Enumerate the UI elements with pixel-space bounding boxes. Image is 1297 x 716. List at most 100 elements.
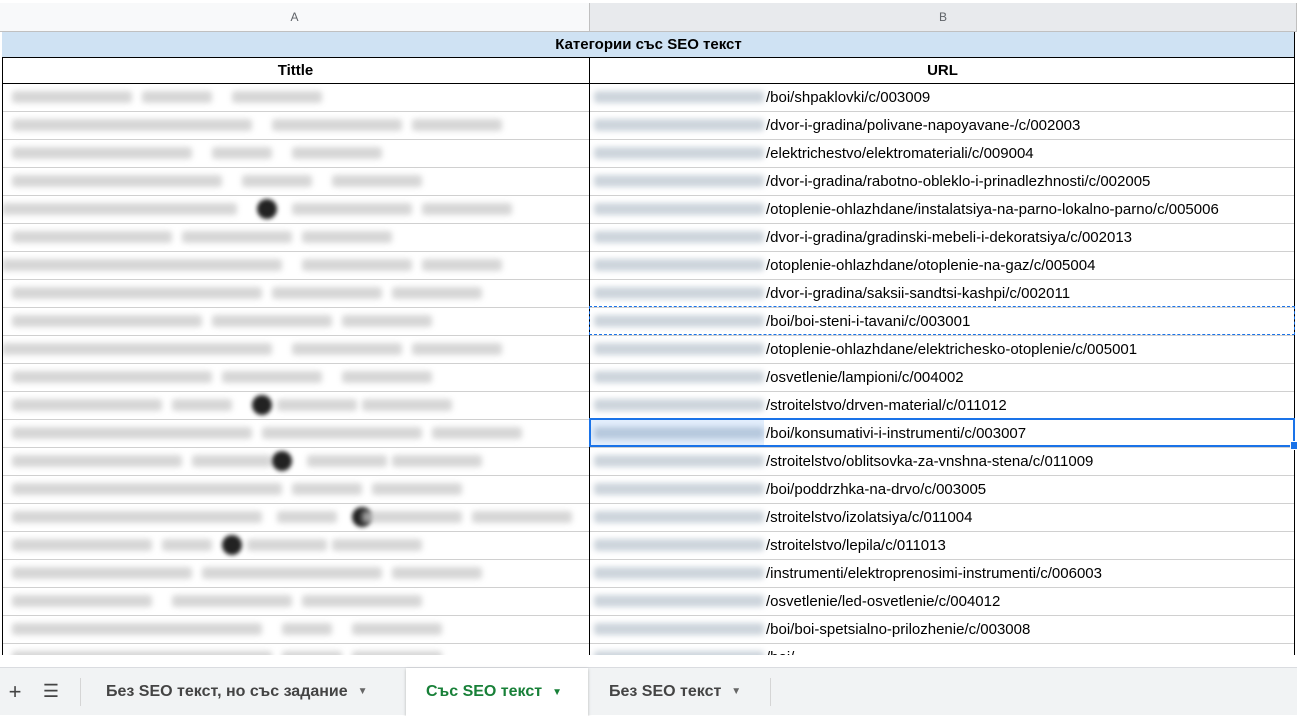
grid-border-middle [589, 58, 590, 655]
redacted-text [302, 259, 412, 271]
redacted-text [412, 343, 502, 355]
url-cell[interactable]: /dvor-i-gradina/gradinski-mebeli-i-dekor… [590, 224, 1295, 251]
redacted-dot [252, 395, 272, 415]
header-tittle[interactable]: Tittle [2, 58, 589, 83]
url-path: /stroitelstvo/drven-material/c/011012 [766, 397, 1007, 414]
url-cell[interactable]: /osvetlenie/led-osvetlenie/c/004012 [590, 588, 1295, 615]
chevron-down-icon[interactable]: ▼ [358, 686, 368, 697]
table-row: /dvor-i-gradina/saksii-sandtsi-kashpi/c/… [2, 280, 1295, 308]
redacted-text [232, 91, 322, 103]
table-row: /stroitelstvo/drven-material/c/011012 [2, 392, 1295, 420]
url-cell[interactable]: /dvor-i-gradina/saksii-sandtsi-kashpi/c/… [590, 280, 1295, 307]
url-cell[interactable]: /boi/boi-spetsialno-prilozhenie/c/003008 [590, 616, 1295, 643]
title-cell-redacted[interactable] [2, 364, 589, 391]
sheet-title-cell[interactable]: Категории със SEO текст [2, 32, 1295, 58]
title-cell-redacted[interactable] [2, 420, 589, 447]
redacted-domain [594, 91, 764, 103]
redacted-domain [594, 539, 764, 551]
url-path: /boi/poddrzhka-na-drvo/c/003005 [766, 481, 987, 498]
chevron-down-icon[interactable]: ▼ [731, 686, 741, 697]
redacted-text [292, 483, 362, 495]
url-cell[interactable]: /boi/konsumativi-i-instrumenti/c/003007 [590, 420, 1295, 447]
url-cell[interactable]: /stroitelstvo/drven-material/c/011012 [590, 392, 1295, 419]
title-cell-redacted[interactable] [2, 392, 589, 419]
redacted-text [332, 539, 422, 551]
table-row: /boi/poddrzhka-na-drvo/c/003005 [2, 476, 1295, 504]
redacted-text [282, 623, 332, 635]
redacted-text [372, 483, 462, 495]
spreadsheet-grid: A B Категории със SEO текст Tittle URL /… [0, 0, 1297, 655]
url-cell[interactable]: /boi/poddrzhka-na-drvo/c/003005 [590, 476, 1295, 503]
url-cell[interactable]: /elektrichestvo/elektromateriali/c/00900… [590, 140, 1295, 167]
redacted-text [182, 231, 292, 243]
url-cell[interactable]: /boi/boi-steni-i-tavani/c/003001 [590, 308, 1295, 335]
url-cell[interactable]: /otoplenie-ohlazhdane/instalatsiya-na-pa… [590, 196, 1295, 223]
title-cell-redacted[interactable] [2, 560, 589, 587]
redacted-text [2, 343, 272, 355]
redacted-domain [594, 287, 764, 299]
url-cell[interactable]: /stroitelstvo/oblitsovka-za-vnshna-stena… [590, 448, 1295, 475]
redacted-domain [594, 567, 764, 579]
title-cell-redacted[interactable] [2, 168, 589, 195]
title-cell-redacted[interactable] [2, 308, 589, 335]
redacted-text [272, 287, 382, 299]
title-cell-redacted[interactable] [2, 280, 589, 307]
hamburger-icon[interactable]: ☰ [36, 668, 66, 715]
url-cell[interactable]: /dvor-i-gradina/polivane-napoyavane-/c/0… [590, 112, 1295, 139]
tab-without-seo-with-task[interactable]: Без SEO текст, но със задание ▼ [86, 668, 404, 715]
redacted-domain [594, 651, 764, 655]
redacted-text [12, 427, 252, 439]
title-cell-redacted[interactable] [2, 224, 589, 251]
title-cell-redacted[interactable] [2, 476, 589, 503]
url-cell[interactable]: /osvetlenie/lampioni/c/004002 [590, 364, 1295, 391]
redacted-text [12, 651, 272, 655]
redacted-dot [272, 451, 292, 471]
url-cell[interactable]: /dvor-i-gradina/rabotno-obleklo-i-prinad… [590, 168, 1295, 195]
title-cell-redacted[interactable] [2, 112, 589, 139]
header-row: Tittle URL [2, 58, 1295, 84]
tab-without-seo[interactable]: Без SEO текст ▼ [589, 668, 769, 715]
title-cell-redacted[interactable] [2, 140, 589, 167]
plus-icon[interactable]: + [0, 668, 30, 715]
column-header-a[interactable]: A [0, 3, 590, 32]
fill-handle[interactable] [1290, 441, 1297, 450]
title-cell-redacted[interactable] [2, 532, 589, 559]
redacted-domain [594, 315, 764, 327]
title-cell-redacted[interactable] [2, 616, 589, 643]
url-path: /osvetlenie/led-osvetlenie/c/004012 [766, 593, 1001, 610]
redacted-text [12, 371, 212, 383]
redacted-text [392, 567, 482, 579]
redacted-text [12, 623, 262, 635]
url-cell[interactable]: /instrumenti/elektroprenosimi-instrument… [590, 560, 1295, 587]
title-cell-redacted[interactable] [2, 252, 589, 279]
table-row: /stroitelstvo/izolatsiya/c/011004 [2, 504, 1295, 532]
redacted-text [342, 371, 432, 383]
redacted-dot [222, 535, 242, 555]
title-cell-redacted[interactable] [2, 84, 589, 111]
url-cell[interactable]: /stroitelstvo/lepila/c/011013 [590, 532, 1295, 559]
title-cell-redacted[interactable] [2, 644, 589, 655]
tab-with-seo[interactable]: Със SEO текст ▼ [406, 668, 588, 716]
url-cell[interactable]: /stroitelstvo/izolatsiya/c/011004 [590, 504, 1295, 531]
url-cell[interactable]: /otoplenie-ohlazhdane/elektrichesko-otop… [590, 336, 1295, 363]
header-url[interactable]: URL [590, 58, 1295, 83]
title-cell-redacted[interactable] [2, 336, 589, 363]
table-row: /dvor-i-gradina/gradinski-mebeli-i-dekor… [2, 224, 1295, 252]
url-cell[interactable]: /otoplenie-ohlazhdane/otoplenie-na-gaz/c… [590, 252, 1295, 279]
title-cell-redacted[interactable] [2, 448, 589, 475]
redacted-dot [257, 199, 277, 219]
table-row: /boi/konsumativi-i-instrumenti/c/003007 [2, 420, 1295, 448]
column-header-b[interactable]: B [590, 3, 1297, 32]
chevron-down-icon[interactable]: ▼ [552, 687, 562, 698]
url-cell[interactable]: /boi/... [590, 644, 1295, 655]
title-cell-redacted[interactable] [2, 196, 589, 223]
redacted-domain [594, 231, 764, 243]
redacted-text [422, 259, 502, 271]
title-cell-redacted[interactable] [2, 588, 589, 615]
redacted-domain [594, 623, 764, 635]
redacted-text [12, 595, 152, 607]
title-cell-redacted[interactable] [2, 504, 589, 531]
url-path: /osvetlenie/lampioni/c/004002 [766, 369, 964, 386]
url-cell[interactable]: /boi/shpaklovki/c/003009 [590, 84, 1295, 111]
tab-label: Без SEO текст [609, 682, 722, 700]
